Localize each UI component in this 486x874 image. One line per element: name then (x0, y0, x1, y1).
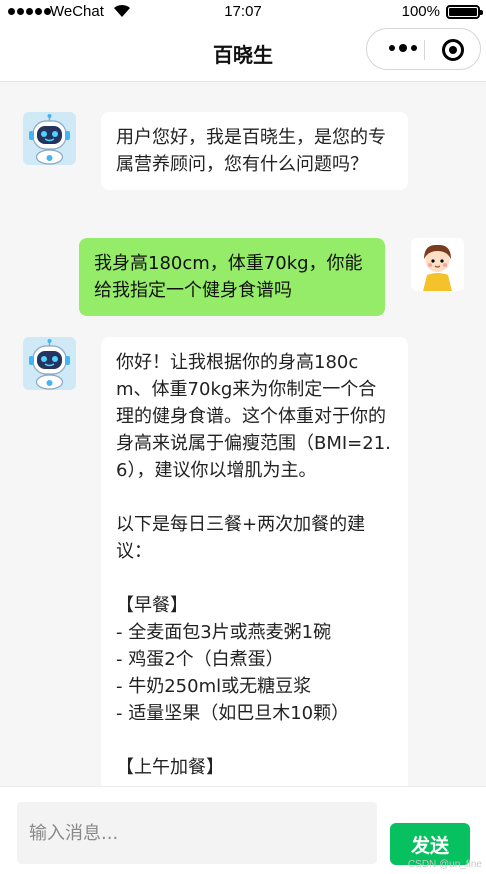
capsule-divider (424, 40, 425, 60)
close-miniprogram-icon[interactable] (442, 39, 464, 61)
user-avatar-icon (411, 238, 464, 291)
battery-percentage: 100% (401, 3, 440, 20)
robot-avatar-icon (23, 112, 76, 165)
bot-message: 你好！让我根据你的身高180cm、体重70kg来为你制定一个合理的健身食谱。这个… (101, 337, 408, 786)
chat-area[interactable]: 用户您好，我是百晓生，是您的专属营养顾问，您有什么问题吗？ 我身高180cm，体… (0, 83, 486, 786)
more-options-icon[interactable] (389, 44, 417, 52)
input-bar: 发送 CSDN @un_fine (0, 786, 486, 874)
robot-avatar-icon (23, 337, 76, 390)
miniprogram-capsule (366, 28, 481, 70)
watermark: CSDN @un_fine (407, 859, 482, 870)
bot-message: 用户您好，我是百晓生，是您的专属营养顾问，您有什么问题吗？ (101, 112, 408, 190)
message-input[interactable] (17, 802, 377, 864)
nav-bar: 百晓生 (0, 24, 486, 82)
user-message: 我身高180cm，体重70kg，你能给我指定一个健身食谱吗 (79, 238, 385, 316)
battery-icon (446, 5, 483, 19)
status-bar: WeChat 17:07 100% (0, 0, 486, 24)
